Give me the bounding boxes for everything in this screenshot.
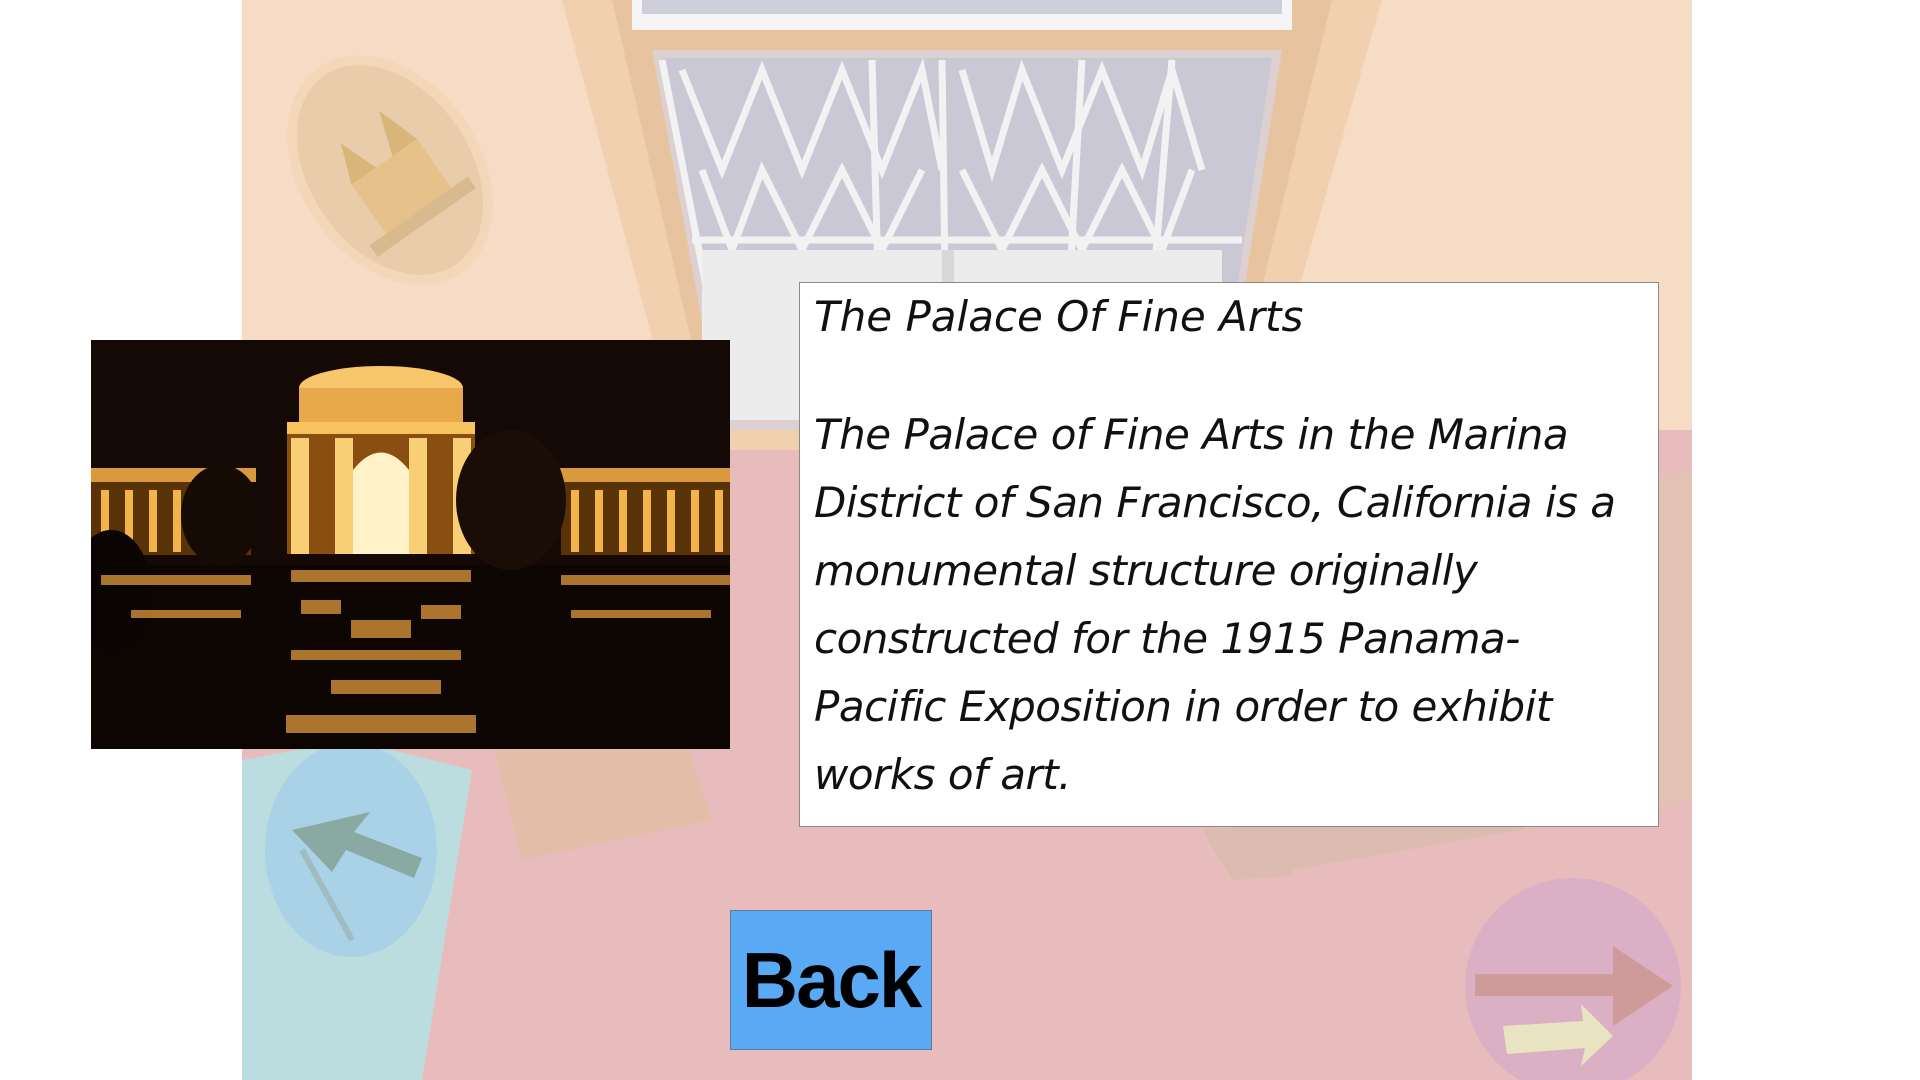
nav-left-button[interactable] — [262, 740, 440, 960]
info-panel: The Palace Of Fine Arts The Palace of Fi… — [799, 282, 1659, 827]
arrow-up-left-icon — [265, 743, 437, 957]
arrow-right-icon — [1465, 878, 1681, 1080]
palace-photo — [91, 340, 730, 749]
info-description: The Palace of Fine Arts in the Marina Di… — [814, 410, 1616, 799]
castle-emblem-icon — [270, 50, 510, 290]
back-button-label: Back — [741, 935, 922, 1024]
info-title: The Palace Of Fine Arts — [814, 292, 1304, 341]
back-button[interactable]: Back — [730, 910, 932, 1050]
game-screen: The Palace Of Fine Arts The Palace of Fi… — [0, 0, 1920, 1080]
nav-right-button[interactable] — [1463, 876, 1683, 1080]
